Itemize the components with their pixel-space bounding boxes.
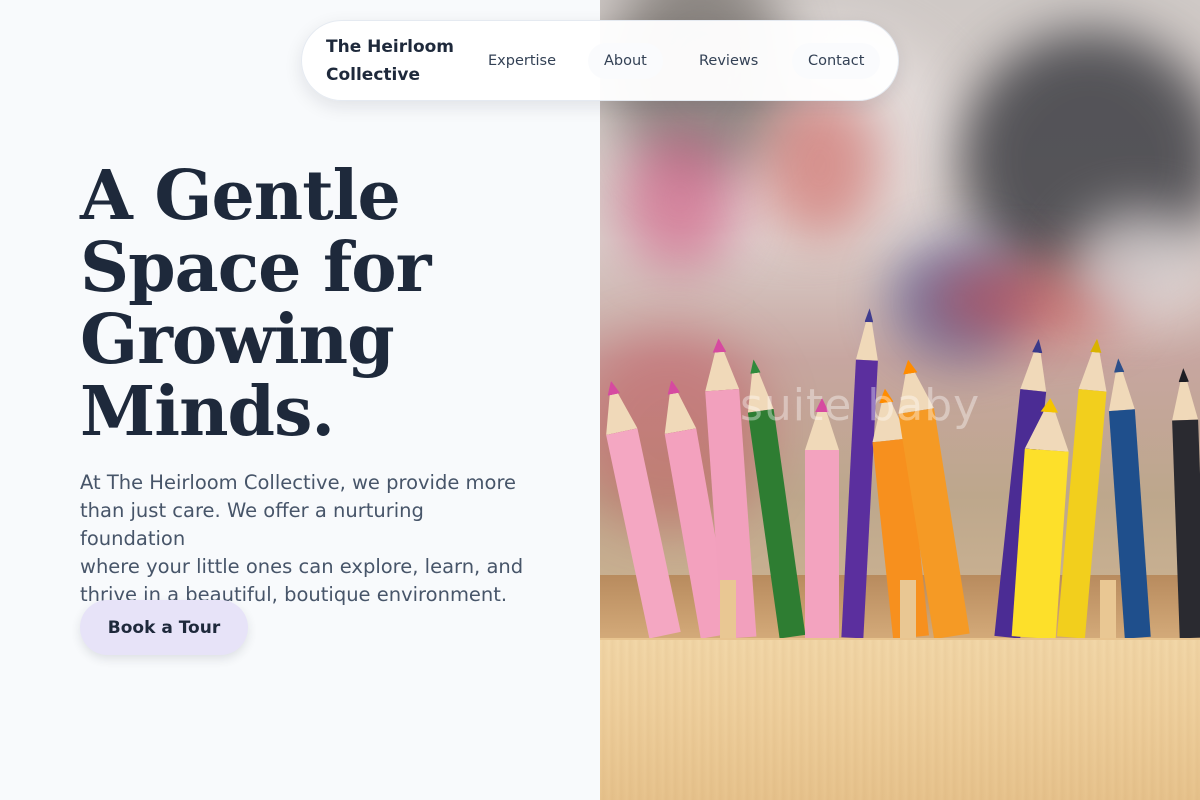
nav-item-expertise[interactable]: Expertise: [472, 43, 572, 79]
headline-line: Growing: [80, 300, 395, 380]
top-nav: The Heirloom Collective Expertise About …: [301, 20, 899, 101]
brand-line: The Heirloom: [326, 37, 455, 57]
nav-item-about[interactable]: About: [588, 43, 663, 79]
intro-line: than just care. We offer a nurturing fou…: [80, 499, 424, 550]
book-tour-button[interactable]: Book a Tour: [80, 600, 248, 655]
hero-headline: A Gentle Space for Growing Minds.: [80, 160, 520, 448]
intro-line: where your little ones can explore, lear…: [80, 555, 524, 578]
headline-line: A Gentle: [80, 156, 401, 236]
nav-item-reviews[interactable]: Reviews: [683, 43, 774, 79]
nav-item-contact[interactable]: Contact: [792, 43, 881, 79]
hero-intro: At The Heirloom Collective, we provide m…: [80, 469, 530, 609]
brand-line: Collective: [326, 65, 420, 85]
wooden-pencil-box: [600, 638, 1200, 800]
photo-watermark: suite baby: [740, 380, 981, 431]
brand-logo-text[interactable]: The Heirloom Collective: [326, 33, 476, 89]
headline-line: Minds.: [80, 372, 335, 452]
headline-line: Space for: [80, 228, 432, 308]
intro-line: At The Heirloom Collective, we provide m…: [80, 471, 517, 494]
hero-section: A Gentle Space for Growing Minds. At The…: [0, 0, 600, 800]
